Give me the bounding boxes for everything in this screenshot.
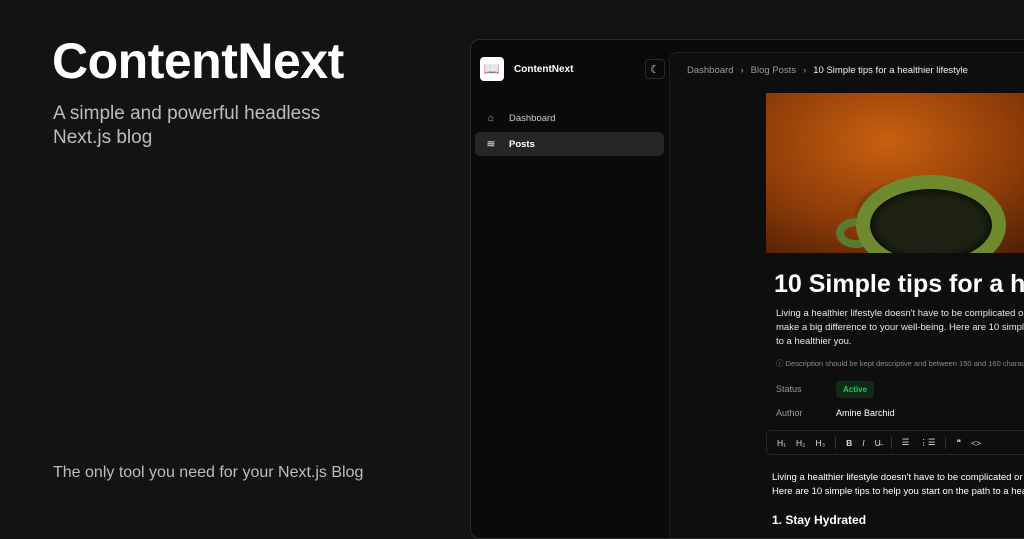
editor-toolbar: H₁ H₂ H₃ B I U̶ ☰ ⋮☰ ❝ <> xyxy=(766,430,1024,455)
theme-toggle-moon-icon[interactable]: ☾ xyxy=(645,59,665,79)
post-editor: 10 Simple tips for a healthier lifestyle… xyxy=(766,93,1024,527)
author-row: Author Amine Barchid xyxy=(776,401,1024,425)
description-hint: ⓘ Description should be kept descriptive… xyxy=(776,358,1024,369)
status-badge[interactable]: Active xyxy=(836,380,875,398)
sidebar-item-label: Posts xyxy=(509,138,535,150)
post-title[interactable]: 10 Simple tips for a healthier lifestyle xyxy=(774,270,1024,299)
hero-subtitle: A simple and powerful headless Next.js b… xyxy=(53,103,321,148)
divider xyxy=(945,436,947,449)
ordered-list-icon[interactable]: ⋮☰ xyxy=(919,437,935,448)
divider xyxy=(890,436,892,449)
brand-name: ContentNext xyxy=(514,64,574,75)
book-logo-icon: 📖 xyxy=(480,57,504,81)
body-heading: 1. Stay Hydrated xyxy=(772,513,867,527)
quote-icon[interactable]: ❝ xyxy=(956,437,961,448)
body-paragraph-line: Living a healthier lifestyle doesn't hav… xyxy=(772,472,1024,483)
cover-image[interactable] xyxy=(766,93,1024,253)
sidebar-item-label: Dashboard xyxy=(509,112,556,124)
author-value[interactable]: Amine Barchid xyxy=(836,408,895,418)
author-label: Author xyxy=(776,408,803,418)
home-icon: ⌂ xyxy=(487,112,495,124)
strikethrough-button[interactable]: U̶ xyxy=(875,438,881,448)
app-window: 📖 ContentNext ☾ ⌂ Dashboard ≋ Posts Dash… xyxy=(470,39,1024,539)
info-icon: ⓘ xyxy=(776,359,786,368)
breadcrumb: Dashboard › Blog Posts › 10 Simple tips for … xyxy=(687,65,968,76)
status-row: Status Active xyxy=(776,377,1024,401)
sidebar-item-dashboard[interactable]: ⌂ Dashboard xyxy=(475,106,664,130)
body-paragraph-line: Here are 10 simple tips to help you star… xyxy=(772,486,1024,497)
italic-button[interactable]: I xyxy=(862,438,864,448)
heading1-button[interactable]: H₁ xyxy=(777,438,786,448)
breadcrumb-current: 10 Simple tips for a healthier lifestyle xyxy=(813,65,968,76)
post-description[interactable]: Living a healthier lifestyle doesn't hav… xyxy=(776,307,1024,349)
heading2-button[interactable]: H₂ xyxy=(796,438,805,448)
bold-button[interactable]: B xyxy=(846,438,852,448)
sidebar: 📖 ContentNext ☾ ⌂ Dashboard ≋ Posts xyxy=(471,40,669,538)
hint-text: Description should be kept descriptive a… xyxy=(785,359,1024,368)
heading3-button[interactable]: H₃ xyxy=(815,438,825,448)
layers-icon: ≋ xyxy=(486,138,496,150)
status-label: Status xyxy=(776,384,802,394)
hero-title: ContentNext xyxy=(52,33,344,89)
breadcrumb-blog-posts[interactable]: Blog Posts xyxy=(751,65,796,76)
main-panel: Dashboard › Blog Posts › 10 Simple tips for … xyxy=(669,52,1024,538)
divider xyxy=(835,436,837,449)
code-icon[interactable]: <> xyxy=(971,438,981,448)
breadcrumb-dashboard[interactable]: Dashboard xyxy=(687,65,733,76)
sidebar-item-posts[interactable]: ≋ Posts xyxy=(475,132,664,156)
hero-footer: The only tool you need for your Next.js … xyxy=(53,464,364,481)
bullet-list-icon[interactable]: ☰ xyxy=(902,437,910,448)
post-body[interactable]: Living a healthier lifestyle doesn't hav… xyxy=(772,471,1024,499)
